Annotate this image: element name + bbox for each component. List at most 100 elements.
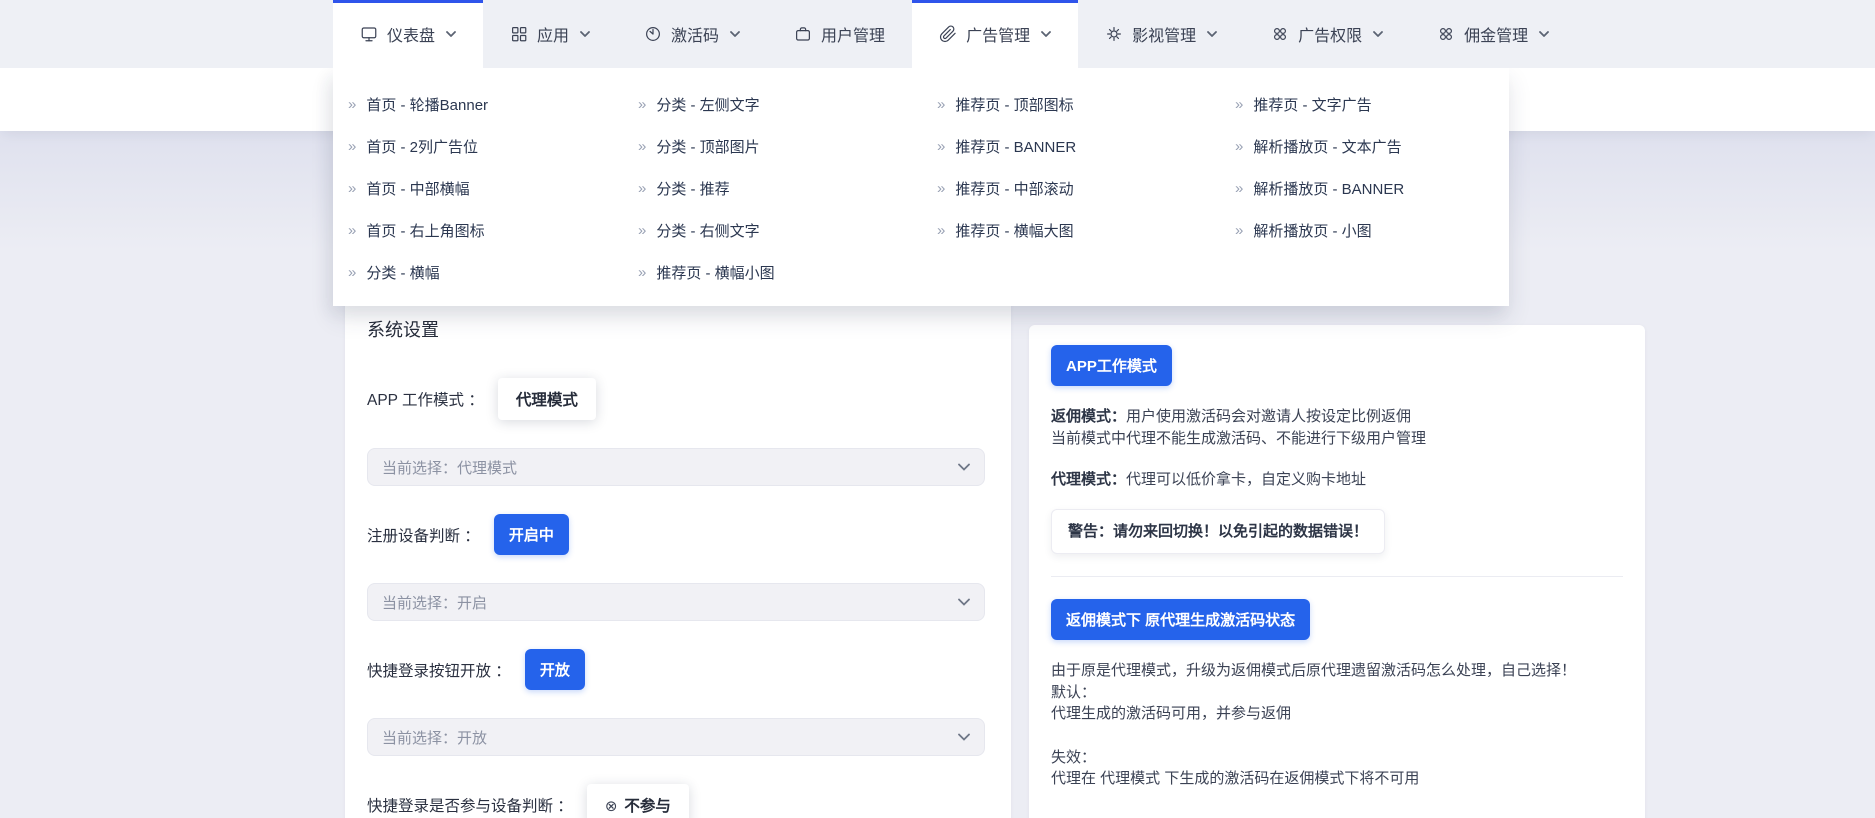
- menu-item-home-topright-icon[interactable]: » 首页 - 右上角图标: [348, 209, 638, 251]
- chevron-down-icon: [1539, 30, 1550, 38]
- activation-code-icon: [644, 25, 662, 43]
- menu-item-recommend-text-ad[interactable]: » 推荐页 - 文字广告: [1235, 83, 1505, 125]
- menu-item-category-banner[interactable]: » 分类 - 横幅: [348, 251, 638, 293]
- register-device-status-button[interactable]: 开启中: [493, 514, 569, 555]
- menu-item-category-top-image[interactable]: » 分类 - 顶部图片: [638, 125, 937, 167]
- menu-item-category-right-text[interactable]: » 分类 - 右侧文字: [638, 209, 937, 251]
- select-chevron-icon: [958, 463, 970, 471]
- nav-item-commission-management[interactable]: 佣金管理: [1410, 0, 1576, 68]
- double-chevron-icon: »: [638, 179, 647, 197]
- quick-login-select-value: 当前选择：开放: [382, 729, 488, 747]
- app-mode-select[interactable]: 当前选择：代理模式: [367, 448, 985, 486]
- quick-login-device-row: 快捷登录是否参与设备判断 ： ⊗ 不参与: [367, 784, 989, 818]
- ad-permission-icon: [1271, 25, 1289, 43]
- nav-label: 仪表盘: [387, 28, 436, 45]
- apps-icon: [510, 25, 528, 43]
- app-mode-select-value: 当前选择：代理模式: [382, 459, 518, 477]
- nav-label: 佣金管理: [1464, 28, 1529, 45]
- nav-item-apps[interactable]: 应用: [483, 0, 617, 68]
- menu-item-label: 分类 - 右侧文字: [656, 222, 760, 240]
- menu-item-label: 解析播放页 - 文本广告: [1253, 138, 1402, 156]
- quick-login-status-button[interactable]: 开放: [524, 649, 585, 690]
- system-settings-card: 系统设置 APP 工作模式 ： 代理模式 当前选择：代理模式 注册设备判断 ： …: [345, 290, 1011, 818]
- menu-item-home-middle-banner[interactable]: » 首页 - 中部横幅: [348, 167, 638, 209]
- nav-item-video-management[interactable]: 影视管理: [1078, 0, 1244, 68]
- menu-item-recommend-large-banner[interactable]: » 推荐页 - 横幅大图: [937, 209, 1235, 251]
- nav-label: 应用: [537, 28, 570, 45]
- menu-item-recommend-top-icon[interactable]: » 推荐页 - 顶部图标: [937, 83, 1235, 125]
- menu-item-label: 解析播放页 - BANNER: [1253, 180, 1405, 198]
- double-chevron-icon: »: [638, 95, 647, 113]
- menu-item-recommend-small-banner[interactable]: » 推荐页 - 横幅小图: [638, 251, 937, 293]
- app-mode-value-badge: 代理模式: [497, 378, 596, 420]
- page-title: 系统设置: [367, 320, 439, 340]
- chevron-down-icon: [580, 30, 590, 38]
- menu-item-player-text-ad[interactable]: » 解析播放页 - 文本广告: [1235, 125, 1505, 167]
- quick-login-device-value: 不参与: [624, 798, 671, 815]
- register-device-select-value: 当前选择：开启: [382, 594, 488, 612]
- menu-item-home-carousel-banner[interactable]: » 首页 - 轮播Banner: [348, 83, 638, 125]
- nav-item-ad-permissions[interactable]: 广告权限: [1244, 0, 1410, 68]
- double-chevron-icon: »: [348, 221, 357, 239]
- chevron-down-icon: [1041, 30, 1051, 38]
- nav-item-user-management[interactable]: 用户管理: [767, 0, 912, 68]
- menu-item-label: 分类 - 横幅: [366, 264, 440, 282]
- double-chevron-icon: »: [348, 263, 357, 281]
- menu-item-category-recommend[interactable]: » 分类 - 推荐: [638, 167, 937, 209]
- double-chevron-icon: »: [638, 137, 647, 155]
- double-chevron-icon: »: [937, 95, 946, 113]
- quick-login-select[interactable]: 当前选择：开放: [367, 718, 985, 756]
- menu-item-player-small-image[interactable]: » 解析播放页 - 小图: [1235, 209, 1505, 251]
- quick-login-label: 快捷登录按钮开放 ：: [367, 662, 511, 680]
- nav-item-ad-management[interactable]: 广告管理: [912, 0, 1079, 68]
- app-mode-info-panel: APP工作模式 返佣模式：用户使用激活码会对邀请人按设定比例返佣 当前模式中代理…: [1029, 325, 1645, 818]
- chevron-down-icon: [1207, 30, 1217, 38]
- agent-mode-term: 代理模式：: [1051, 471, 1127, 488]
- app-mode-label: APP 工作模式 ：: [367, 392, 484, 409]
- agent-mode-description: 代理模式：代理可以低价拿卡，自定义购卡地址: [1051, 471, 1367, 488]
- double-chevron-icon: »: [937, 221, 946, 239]
- app-mode-info-button[interactable]: APP工作模式: [1051, 345, 1172, 386]
- menu-item-recommend-middle-scroll[interactable]: » 推荐页 - 中部滚动: [937, 167, 1235, 209]
- menu-item-label: 推荐页 - 顶部图标: [955, 96, 1074, 114]
- nav-item-dashboard[interactable]: 仪表盘: [333, 0, 484, 68]
- double-chevron-icon: »: [348, 95, 357, 113]
- menu-item-home-2col-ad[interactable]: » 首页 - 2列广告位: [348, 125, 638, 167]
- menu-item-label: 解析播放页 - 小图: [1253, 222, 1372, 240]
- top-navbar: 仪表盘 应用 激活码 用户管理 广告管理 影视管理 广告权限 佣金管理: [0, 0, 1875, 68]
- menu-item-label: 分类 - 推荐: [656, 180, 730, 198]
- register-device-row: 注册设备判断 ： 开启中: [367, 514, 989, 555]
- menu-item-player-banner[interactable]: » 解析播放页 - BANNER: [1235, 167, 1505, 209]
- menu-item-label: 分类 - 左侧文字: [656, 96, 760, 114]
- menu-item-label: 首页 - 轮播Banner: [366, 96, 489, 114]
- double-chevron-icon: »: [1235, 221, 1244, 239]
- ad-management-dropdown: » 首页 - 轮播Banner » 首页 - 2列广告位 » 首页 - 中部横幅 » 首…: [333, 68, 1509, 306]
- chevron-down-icon: [730, 30, 740, 38]
- dropdown-column: » 首页 - 轮播Banner » 首页 - 2列广告位 » 首页 - 中部横幅 » 首…: [348, 83, 638, 306]
- menu-item-label: 推荐页 - 中部滚动: [955, 180, 1074, 198]
- double-chevron-icon: »: [638, 263, 647, 281]
- invalid-option-text: 代理在 代理模式 下生成的激活码在返佣模式下将不可用: [1051, 770, 1420, 787]
- nav-label: 广告权限: [1298, 28, 1363, 45]
- user-management-icon: [794, 25, 812, 43]
- nav-label: 用户管理: [821, 28, 886, 45]
- commission-icon: [1437, 25, 1455, 43]
- double-chevron-icon: »: [348, 179, 357, 197]
- double-chevron-icon: »: [937, 179, 946, 197]
- nav-item-activation-codes[interactable]: 激活码: [617, 0, 767, 68]
- default-option-text: 代理生成的激活码可用，并参与返佣: [1051, 705, 1292, 722]
- circle-x-icon: ⊗: [604, 798, 618, 815]
- menu-item-recommend-banner[interactable]: » 推荐页 - BANNER: [937, 125, 1235, 167]
- rebate-mode-term: 返佣模式：: [1051, 408, 1127, 425]
- legacy-codes-status-button[interactable]: 返佣模式下 原代理生成激活码状态: [1051, 599, 1311, 640]
- menu-item-label: 首页 - 中部横幅: [366, 180, 470, 198]
- quick-login-row: 快捷登录按钮开放 ： 开放: [367, 649, 989, 690]
- double-chevron-icon: »: [1235, 137, 1244, 155]
- chevron-down-icon: [446, 30, 456, 38]
- switch-warning-card: 警告：请勿来回切换！以免引起的数据错误！: [1051, 508, 1386, 554]
- menu-item-category-left-text[interactable]: » 分类 - 左侧文字: [638, 83, 937, 125]
- app-mode-row: APP 工作模式 ： 代理模式: [367, 378, 989, 420]
- double-chevron-icon: »: [1235, 179, 1244, 197]
- register-device-select[interactable]: 当前选择：开启: [367, 583, 985, 621]
- ad-management-icon: [939, 25, 957, 43]
